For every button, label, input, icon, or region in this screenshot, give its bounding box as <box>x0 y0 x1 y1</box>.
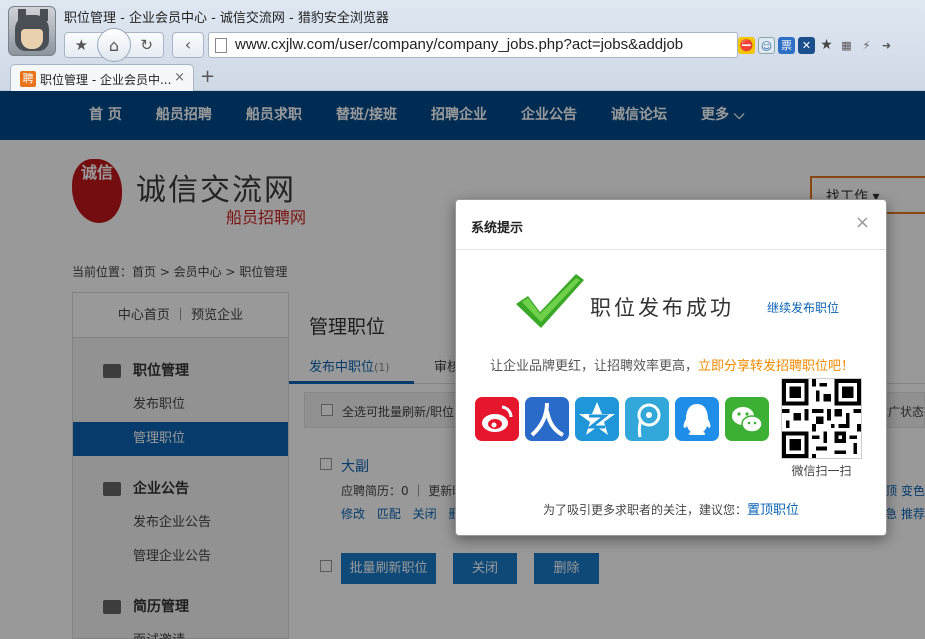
web-page: 首 页 船员招聘 船员求职 替班/接班 招聘企业 企业公告 诚信论坛 更多 ⌵ … <box>0 91 925 639</box>
share-now-link[interactable]: 立即分享转发招聘职位吧！ <box>698 359 854 374</box>
wechat-qr-code <box>781 378 862 459</box>
tab-strip: 聘 职位管理 - 企业会员中... × + <box>0 62 925 91</box>
tab-job-management[interactable]: 聘 职位管理 - 企业会员中... × <box>10 64 194 91</box>
home-button[interactable]: ⌂ <box>97 28 131 62</box>
adblock-icon[interactable]: ⛔ <box>738 36 755 54</box>
pin-job-tip: 为了吸引更多求职者的关注，建议您：置顶职位 <box>542 503 800 518</box>
tab-favicon-icon: 聘 <box>20 71 36 87</box>
tab-title: 职位管理 - 企业会员中... <box>40 73 172 87</box>
qq-share-icon[interactable] <box>675 397 719 441</box>
speed-bolt-icon[interactable]: ⚡ <box>858 37 875 54</box>
success-check-icon <box>516 274 584 328</box>
chat-icon[interactable]: ☺ <box>758 36 775 54</box>
ticket-icon[interactable]: 票 <box>778 36 795 54</box>
dialog-header: 系统提示 × <box>456 200 886 250</box>
success-message: 职位发布成功 <box>590 296 734 320</box>
weibo-share-icon[interactable] <box>475 397 519 441</box>
page-icon <box>215 38 227 53</box>
new-tab-button[interactable]: + <box>200 66 215 87</box>
dialog-title: 系统提示 <box>471 221 524 236</box>
share-prompt: 让企业品牌更红，让招聘效率更高，立即分享转发招聘职位吧！ <box>489 359 855 374</box>
qzone-share-icon[interactable] <box>575 397 619 441</box>
extension-x-icon[interactable]: ✕ <box>798 36 815 54</box>
home-icon: ⌂ <box>108 35 120 55</box>
favorites-star-icon[interactable]: ★ <box>818 37 835 54</box>
system-notice-dialog: 系统提示 × 职位发布成功 继续发布职位 让企业品牌更红，让招聘效率更高，立即分… <box>455 199 887 536</box>
pin-job-link[interactable]: 置顶职位 <box>747 503 799 518</box>
bookmark-star-icon[interactable]: ★ <box>65 36 98 54</box>
address-url: www.cxjlw.com/user/company/company_jobs.… <box>235 36 684 53</box>
title-bar: 职位管理 - 企业会员中心 - 诚信交流网 - 猎豹安全浏览器 <box>0 0 925 30</box>
browser-chrome: 职位管理 - 企业会员中心 - 诚信交流网 - 猎豹安全浏览器 ★ ↻ ⌂ ‹ … <box>0 0 925 91</box>
window-title: 职位管理 - 企业会员中心 - 诚信交流网 - 猎豹安全浏览器 <box>64 11 389 26</box>
forward-arrow-icon[interactable]: ➜ <box>878 37 895 54</box>
renren-share-icon[interactable] <box>525 397 569 441</box>
close-icon[interactable]: × <box>855 212 870 233</box>
wechat-share-icon[interactable] <box>725 397 769 441</box>
toolbar-extension-icons: ⛔ ☺ 票 ✕ ★ ▦ ⚡ ➜ <box>738 34 895 56</box>
refresh-icon[interactable]: ↻ <box>130 36 163 54</box>
address-bar[interactable]: www.cxjlw.com/user/company/company_jobs.… <box>208 32 738 58</box>
back-button[interactable]: ‹ <box>172 32 204 58</box>
tencent-weibo-share-icon[interactable] <box>625 397 669 441</box>
qr-grid-icon[interactable]: ▦ <box>838 37 855 54</box>
qr-label: 微信扫一扫 <box>791 464 852 478</box>
continue-posting-link[interactable]: 继续发布职位 <box>767 299 839 316</box>
back-arrow-icon: ‹ <box>184 35 192 54</box>
tab-close-icon[interactable]: × <box>174 70 185 85</box>
